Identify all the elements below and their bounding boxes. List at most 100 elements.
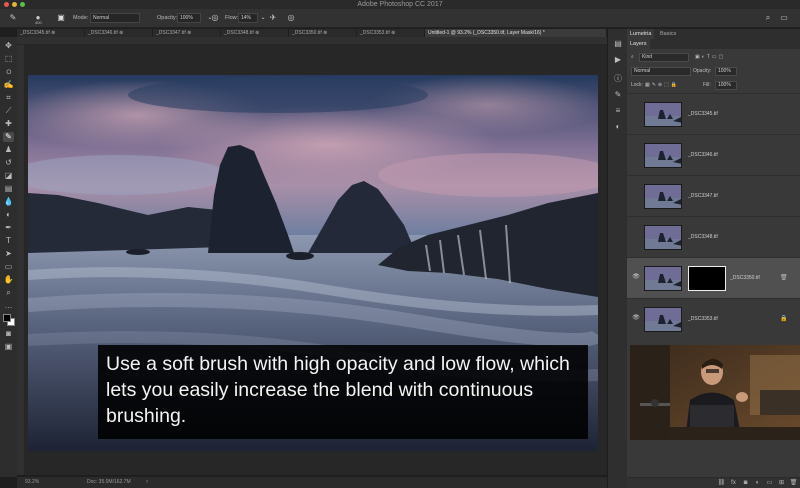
layer-row[interactable]: _DSC3345.tif xyxy=(627,93,800,134)
stamp-icon[interactable]: ♟ xyxy=(3,145,14,155)
window-title: Adobe Photoshop CC 2017 xyxy=(357,1,443,8)
adjustment-layer-icon[interactable]: ◐ xyxy=(753,479,762,488)
layer-name[interactable]: _DSC3353.tif xyxy=(688,299,718,340)
status-bar: 93.2% Doc: 35.0M/162.7M › xyxy=(17,477,607,488)
layer-name[interactable]: _DSC3348.tif xyxy=(688,217,718,258)
eye-icon[interactable]: 👁 xyxy=(632,314,640,322)
brush-presets-icon[interactable]: ✎ xyxy=(612,89,624,100)
layer-opacity-input[interactable]: 100% xyxy=(715,67,737,76)
brush-icon[interactable]: ✎ xyxy=(8,13,18,23)
layer-thumbnail xyxy=(644,102,682,127)
info-panel-icon[interactable]: ⓘ xyxy=(612,73,624,84)
lock-icon: 🔒 xyxy=(780,316,788,322)
delete-layer-icon[interactable]: 🗑 xyxy=(789,479,798,488)
link-layers-icon[interactable]: ⛓ xyxy=(717,479,726,488)
layer-row[interactable]: _DSC3348.tif xyxy=(627,216,800,257)
airbrush-icon[interactable]: ✈ xyxy=(268,13,278,23)
actions-panel-icon[interactable]: ▶ xyxy=(612,54,624,65)
new-group-icon[interactable]: ▭ xyxy=(765,479,774,488)
zoom-level-value[interactable]: 93.2% xyxy=(25,477,39,488)
eyedropper-icon[interactable]: ⟋ xyxy=(3,106,14,116)
quick-select-icon[interactable]: ✍ xyxy=(3,80,14,90)
horizontal-ruler xyxy=(17,37,607,45)
zoom-icon[interactable]: ⌕ xyxy=(3,288,14,298)
layer-visibility-off[interactable] xyxy=(632,232,640,240)
pen-icon[interactable]: ✒ xyxy=(3,223,14,233)
tab-layers[interactable]: Layers xyxy=(627,39,650,49)
path-select-icon[interactable]: ➤ xyxy=(3,249,14,259)
screen-mode-icon[interactable]: ▣ xyxy=(3,342,14,352)
flow-input[interactable]: 14% xyxy=(238,13,258,23)
pressure-opacity-icon[interactable]: ◎ xyxy=(210,13,220,23)
layer-thumbnail xyxy=(644,143,682,168)
eye-icon[interactable]: 👁 xyxy=(632,273,640,281)
tab-dsc3350[interactable]: _DSC3350.tif ⊗ xyxy=(289,29,357,37)
layer-row-selected[interactable]: 👁 _DSC3350.tif 🗑 xyxy=(627,257,800,298)
tab-lumetria[interactable]: Lumetria xyxy=(627,29,655,39)
search-icon[interactable]: ⌕ xyxy=(763,13,773,23)
tab-dsc3347[interactable]: _DSC3347.tif ⊗ xyxy=(153,29,221,37)
layer-visibility-off[interactable] xyxy=(632,150,640,158)
flow-label: Flow: xyxy=(225,15,239,21)
blur-icon[interactable]: 💧 xyxy=(3,197,14,207)
layer-name[interactable]: _DSC3346.tif xyxy=(688,135,718,176)
brush-tool-icon[interactable]: ✎ xyxy=(3,132,14,142)
quick-mask-icon[interactable]: ◙ xyxy=(3,329,14,339)
marquee-icon[interactable]: ⬚ xyxy=(3,54,14,64)
layer-visibility-off[interactable] xyxy=(632,191,640,199)
layer-row[interactable]: _DSC3346.tif xyxy=(627,134,800,175)
layer-name[interactable]: _DSC3350.tif xyxy=(730,258,760,299)
type-icon[interactable]: T xyxy=(3,236,14,246)
adjustments-panel-icon[interactable]: ◐ xyxy=(612,121,624,132)
fill-label: Fill: xyxy=(703,82,711,88)
opacity-input[interactable]: 100% xyxy=(177,13,201,23)
lasso-icon[interactable]: ഠ xyxy=(3,67,14,77)
layer-name[interactable]: _DSC3347.tif xyxy=(688,176,718,217)
crop-icon[interactable]: ⌗ xyxy=(3,93,14,103)
vertical-ruler xyxy=(17,45,25,475)
workspace-icon[interactable]: ▭ xyxy=(779,13,789,23)
add-mask-icon[interactable]: ◙ xyxy=(741,479,750,488)
tab-dsc3345[interactable]: _DSC3345.tif ⊗ xyxy=(17,29,85,37)
tab-dsc3353[interactable]: _DSC3353.tif ⊗ xyxy=(357,29,425,37)
pressure-size-icon[interactable]: ◎ xyxy=(286,13,296,23)
mode-select[interactable]: Normal xyxy=(90,13,140,23)
layers-panel-footer: ⛓ fx ◙ ◐ ▭ ⊞ 🗑 xyxy=(627,477,800,488)
layer-thumbnail xyxy=(644,184,682,209)
layer-row[interactable]: _DSC3347.tif xyxy=(627,175,800,216)
tab-dsc3346[interactable]: _DSC3346.tif ⊗ xyxy=(85,29,153,37)
move-icon[interactable]: ✥ xyxy=(3,41,14,51)
tab-dsc3348[interactable]: _DSC3348.tif ⊗ xyxy=(221,29,289,37)
layer-name[interactable]: _DSC3345.tif xyxy=(688,94,718,135)
more-tools-icon[interactable]: … xyxy=(3,301,14,311)
layer-visibility-off[interactable] xyxy=(632,109,640,117)
lock-options-icons[interactable]: ▦✎⊕⬚🔒 xyxy=(645,80,679,91)
layer-delete-hint-icon: 🗑 xyxy=(780,275,788,281)
filter-search-icon[interactable]: ⌕ xyxy=(631,52,634,63)
foreground-color-swatch[interactable] xyxy=(3,314,11,322)
fill-input[interactable]: 100% xyxy=(715,81,737,90)
status-menu-arrow-icon[interactable]: › xyxy=(146,477,148,488)
brush-panel-toggle-icon[interactable]: ▣ xyxy=(56,13,66,23)
properties-panel-icon[interactable]: ≡ xyxy=(612,105,624,116)
history-panel-icon[interactable]: ▤ xyxy=(612,38,624,49)
tab-basics[interactable]: Basics xyxy=(657,29,679,39)
layer-filter-select[interactable]: Kind xyxy=(639,53,689,62)
shape-icon[interactable]: ▭ xyxy=(3,262,14,272)
dodge-icon[interactable]: ◐ xyxy=(3,210,14,220)
new-layer-icon[interactable]: ⊞ xyxy=(777,479,786,488)
blend-mode-select[interactable]: Normal xyxy=(631,67,691,76)
layer-style-icon[interactable]: fx xyxy=(729,479,738,488)
layer-mask-thumbnail[interactable] xyxy=(688,266,726,291)
filter-type-icons[interactable]: ▣◐T▭▢ xyxy=(695,52,725,63)
history-brush-icon[interactable]: ↺ xyxy=(3,158,14,168)
layer-row[interactable]: 👁 _DSC3353.tif 🔒 xyxy=(627,298,800,339)
hand-icon[interactable]: ✋ xyxy=(3,275,14,285)
gradient-icon[interactable]: ▤ xyxy=(3,184,14,194)
document-tab-bar: _DSC3345.tif ⊗ _DSC3346.tif ⊗ _DSC3347.t… xyxy=(17,29,607,37)
tab-untitled-1[interactable]: Untitled-1 @ 93.2% (_DSC3350.tif, Layer … xyxy=(425,29,607,37)
flow-dropdown-icon[interactable]: ⌄ xyxy=(258,13,268,23)
healing-icon[interactable]: ✚ xyxy=(3,119,14,129)
eraser-icon[interactable]: ◪ xyxy=(3,171,14,181)
panel-dock-icons: ▤ ▶ ⓘ ✎ ≡ ◐ xyxy=(607,29,627,488)
